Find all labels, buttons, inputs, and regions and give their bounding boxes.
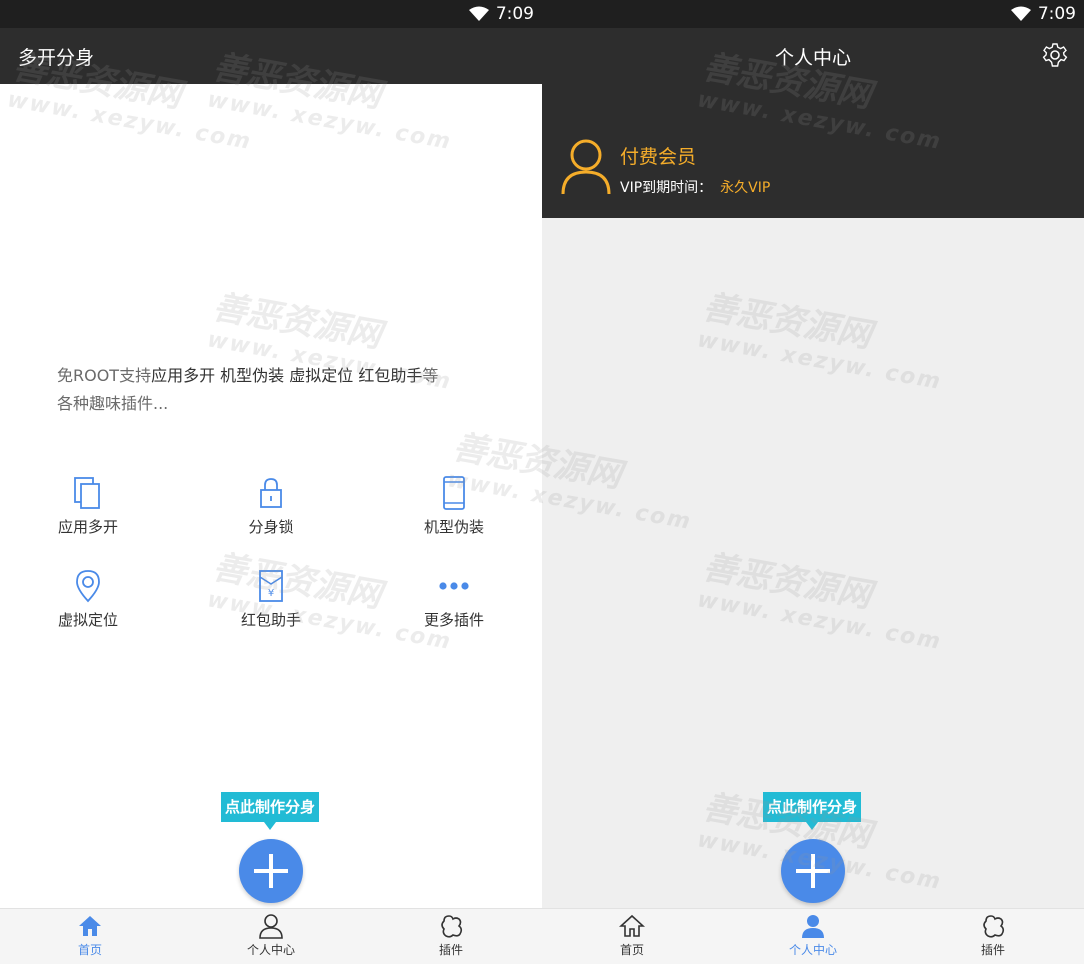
feature-label: 分身锁 <box>248 518 294 536</box>
feature-label: 应用多开 <box>57 518 118 536</box>
vip-expire-value: 永久VIP <box>720 180 771 196</box>
feature-label: 更多插件 <box>423 611 484 629</box>
lock-icon <box>260 478 282 508</box>
more-dots-icon <box>439 582 469 590</box>
profile-screen: 7:09 个人中心 付费会员 VIP到期时间： 永久VIP 点此制作分身 首页 <box>542 0 1084 964</box>
svg-text:¥: ¥ <box>268 588 274 599</box>
vip-expire: VIP到期时间： 永久VIP <box>620 177 770 197</box>
home-icon <box>619 914 645 937</box>
app-bar: 多开分身 <box>0 28 542 84</box>
avatar <box>561 139 611 195</box>
page-title: 个人中心 <box>774 47 851 69</box>
feature-clone-lock[interactable]: 分身锁 <box>211 476 331 537</box>
red-envelope-icon: ¥ <box>259 570 283 602</box>
feature-red-envelope[interactable]: ¥ 红包助手 <box>211 569 331 630</box>
app-bar: 个人中心 <box>542 28 1084 84</box>
gear-icon[interactable] <box>1042 42 1068 68</box>
plugin-icon <box>983 915 1005 938</box>
feature-app-clone[interactable]: 应用多开 <box>28 476 148 537</box>
phone-icon <box>443 476 465 510</box>
nav-label: 个人中心 <box>246 943 295 957</box>
wifi-icon <box>469 6 489 21</box>
description-line2: 各种趣味插件... <box>57 394 169 413</box>
multi-window-icon <box>74 477 100 509</box>
add-clone-button[interactable] <box>239 839 303 903</box>
home-icon <box>79 916 101 936</box>
user-icon <box>802 915 824 938</box>
status-time: 7:09 <box>1037 4 1076 24</box>
feature-label: 红包助手 <box>240 611 301 629</box>
status-bar: 7:09 <box>0 0 542 28</box>
nav-profile[interactable]: 个人中心 <box>221 913 321 958</box>
description-prefix: 免ROOT支持 <box>57 366 152 385</box>
feature-device-spoof[interactable]: 机型伪装 <box>394 476 514 537</box>
create-clone-tip: 点此制作分身 <box>763 792 861 830</box>
home-screen: 7:09 多开分身 免ROOT支持应用多开 机型伪装 虚拟定位 红包助手等 各种… <box>0 0 542 964</box>
wifi-icon <box>1011 6 1031 21</box>
add-clone-button[interactable] <box>781 839 845 903</box>
plugin-icon <box>441 915 463 938</box>
feature-more-plugins[interactable]: 更多插件 <box>394 569 514 630</box>
user-icon <box>259 914 283 939</box>
description-suffix: 等 <box>422 366 439 385</box>
nav-home[interactable]: 首页 <box>582 913 682 958</box>
nav-label: 首页 <box>77 943 102 957</box>
vip-profile-card: 付费会员 VIP到期时间： 永久VIP <box>542 84 1084 218</box>
nav-profile[interactable]: 个人中心 <box>763 913 863 958</box>
nav-label: 插件 <box>980 943 1005 957</box>
vip-title: 付费会员 <box>620 146 697 168</box>
nav-plugins[interactable]: 插件 <box>401 913 501 958</box>
nav-label: 插件 <box>438 943 463 957</box>
bottom-nav: 首页 个人中心 插件 <box>0 908 542 964</box>
vip-expire-label: VIP到期时间： <box>620 180 713 196</box>
feature-label: 虚拟定位 <box>57 611 118 629</box>
status-bar: 7:09 <box>542 0 1084 28</box>
status-time: 7:09 <box>495 4 534 24</box>
nav-label: 首页 <box>619 943 644 957</box>
bottom-nav: 首页 个人中心 插件 <box>542 908 1084 964</box>
create-clone-tip: 点此制作分身 <box>221 792 319 830</box>
description-highlight: 应用多开 机型伪装 虚拟定位 红包助手 <box>151 366 423 385</box>
feature-description: 免ROOT支持应用多开 机型伪装 虚拟定位 红包助手等 各种趣味插件... <box>57 362 497 418</box>
nav-home[interactable]: 首页 <box>40 913 140 958</box>
feature-virtual-location[interactable]: 虚拟定位 <box>28 569 148 630</box>
feature-label: 机型伪装 <box>423 518 484 536</box>
page-title: 多开分身 <box>18 47 95 69</box>
nav-plugins[interactable]: 插件 <box>943 913 1043 958</box>
location-pin-icon <box>76 570 100 603</box>
nav-label: 个人中心 <box>788 943 837 957</box>
